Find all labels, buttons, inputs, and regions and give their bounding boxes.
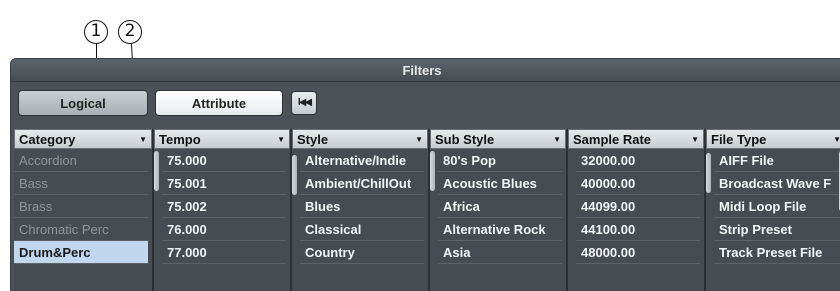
sample-rate-column: Sample Rate ▼ 32000.00 40000.00 44099.00…	[568, 129, 704, 291]
style-header[interactable]: Style ▼	[292, 129, 428, 149]
list-item-selected[interactable]: Drum&Perc	[14, 241, 148, 264]
attribute-button[interactable]: Attribute	[155, 90, 283, 116]
toolbar: Logical Attribute I◀◀	[11, 82, 840, 129]
list-item[interactable]: 75.000	[162, 149, 286, 172]
list-item[interactable]: Midi Loop File	[714, 195, 840, 218]
category-header-label: Category	[19, 132, 76, 147]
dropdown-arrow-icon[interactable]: ▼	[833, 130, 840, 150]
list-item[interactable]: Bass	[14, 172, 148, 195]
file-type-column: File Type ▼ AIFF File Broadcast Wave F M…	[706, 129, 840, 291]
list-item[interactable]: 77.000	[162, 241, 286, 264]
list-item[interactable]: 44099.00	[576, 195, 700, 218]
category-column: Category ▼ Accordion Bass Brass Chromati…	[14, 129, 152, 291]
list-item[interactable]: 80's Pop	[438, 149, 562, 172]
list-item[interactable]: Broadcast Wave F	[714, 172, 840, 195]
tempo-column: Tempo ▼ 75.000 75.001 75.002 76.000 77.0…	[154, 129, 290, 291]
dropdown-arrow-icon[interactable]: ▼	[277, 130, 285, 150]
list-item[interactable]: Brass	[14, 195, 148, 218]
list-item[interactable]: Alternative Rock	[438, 218, 562, 241]
style-column: Style ▼ Alternative/Indie Ambient/ChillO…	[292, 129, 428, 291]
sample-rate-list: 32000.00 40000.00 44099.00 44100.00 4800…	[568, 149, 704, 291]
list-item[interactable]: 75.002	[162, 195, 286, 218]
tempo-header[interactable]: Tempo ▼	[154, 129, 290, 149]
list-item[interactable]: 48000.00	[576, 241, 700, 264]
dropdown-arrow-icon[interactable]: ▼	[691, 130, 699, 150]
list-item[interactable]: Strip Preset	[714, 218, 840, 241]
sample-rate-header-label: Sample Rate	[573, 132, 652, 147]
file-type-header[interactable]: File Type ▼	[706, 129, 840, 149]
attribute-columns: Category ▼ Accordion Bass Brass Chromati…	[11, 129, 840, 291]
rewind-icon[interactable]: I◀◀	[291, 91, 317, 115]
callout-2: 2	[118, 20, 142, 44]
list-item[interactable]: Country	[300, 241, 424, 264]
dropdown-arrow-icon[interactable]: ▼	[415, 130, 423, 150]
filters-panel: Filters Logical Attribute I◀◀ Category ▼…	[10, 58, 840, 291]
list-item[interactable]: 40000.00	[576, 172, 700, 195]
sample-rate-header[interactable]: Sample Rate ▼	[568, 129, 704, 149]
scrollbar-thumb[interactable]	[706, 153, 711, 193]
list-item[interactable]: AIFF File	[714, 149, 840, 172]
sub-style-column: Sub Style ▼ 80's Pop Acoustic Blues Afri…	[430, 129, 566, 291]
list-item[interactable]: Asia	[438, 241, 562, 264]
list-item[interactable]: Classical	[300, 218, 424, 241]
file-type-list: AIFF File Broadcast Wave F Midi Loop Fil…	[706, 149, 840, 291]
scrollbar-thumb[interactable]	[430, 151, 435, 191]
sub-style-list: 80's Pop Acoustic Blues Africa Alternati…	[430, 149, 566, 291]
dropdown-arrow-icon[interactable]: ▼	[139, 130, 147, 150]
list-item[interactable]: Blues	[300, 195, 424, 218]
list-item[interactable]: Acoustic Blues	[438, 172, 562, 195]
list-item[interactable]: 75.001	[162, 172, 286, 195]
style-header-label: Style	[297, 132, 329, 147]
list-item[interactable]: Accordion	[14, 149, 148, 172]
list-item[interactable]: Africa	[438, 195, 562, 218]
list-item[interactable]: Alternative/Indie	[300, 149, 424, 172]
list-item[interactable]: Chromatic Perc	[14, 218, 148, 241]
tempo-list: 75.000 75.001 75.002 76.000 77.000	[154, 149, 290, 291]
dropdown-arrow-icon[interactable]: ▼	[553, 130, 561, 150]
file-type-header-label: File Type	[711, 132, 767, 147]
list-item[interactable]: 76.000	[162, 218, 286, 241]
style-list: Alternative/Indie Ambient/ChillOut Blues…	[292, 149, 428, 291]
scrollbar-thumb[interactable]	[154, 151, 159, 191]
list-item[interactable]: 32000.00	[576, 149, 700, 172]
panel-title: Filters	[11, 59, 840, 82]
list-item[interactable]: Track Preset File	[714, 241, 840, 264]
scrollbar-thumb[interactable]	[292, 155, 297, 195]
tempo-header-label: Tempo	[159, 132, 201, 147]
sub-style-header-label: Sub Style	[435, 132, 495, 147]
list-item[interactable]: Ambient/ChillOut	[300, 172, 424, 195]
list-item[interactable]: 44100.00	[576, 218, 700, 241]
logical-button[interactable]: Logical	[18, 90, 148, 116]
sub-style-header[interactable]: Sub Style ▼	[430, 129, 566, 149]
category-list: Accordion Bass Brass Chromatic Perc Drum…	[14, 149, 152, 291]
callout-1: 1	[84, 20, 108, 44]
category-header[interactable]: Category ▼	[14, 129, 152, 149]
